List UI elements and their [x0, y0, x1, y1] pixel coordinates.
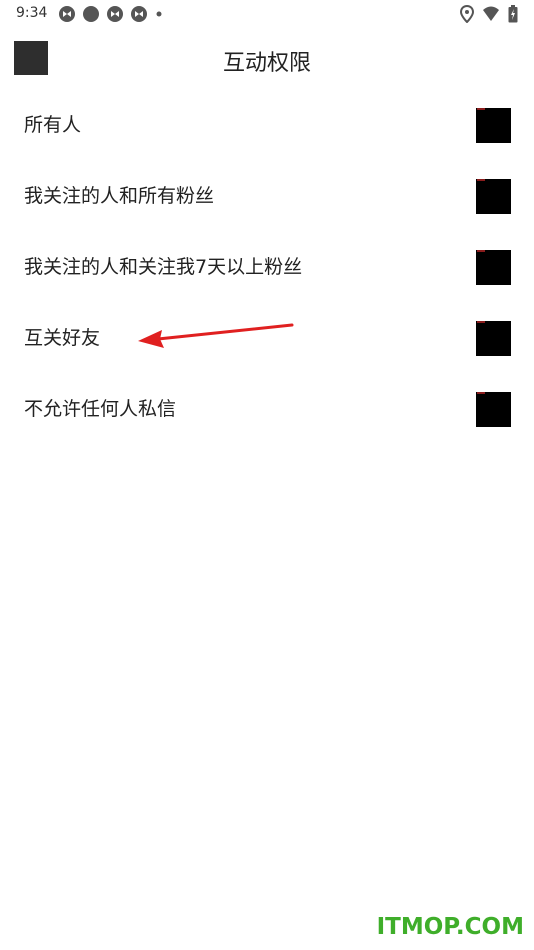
- option-item-following-and-all-fans[interactable]: 我关注的人和所有粉丝: [0, 161, 534, 232]
- option-radio[interactable]: [476, 392, 511, 427]
- option-label: 不允许任何人私信: [24, 398, 177, 420]
- option-label: 我关注的人和关注我7天以上粉丝: [24, 256, 303, 278]
- annotation-arrow: [138, 323, 294, 348]
- option-label: 我关注的人和所有粉丝: [24, 185, 215, 207]
- page-title: 互动权限: [222, 51, 311, 76]
- option-item-everyone[interactable]: 所有人: [0, 90, 534, 161]
- dot-icon: [154, 5, 164, 23]
- location-icon: [460, 5, 474, 23]
- option-radio[interactable]: [476, 108, 511, 143]
- status-icons-right: [460, 5, 518, 23]
- option-label: 互关好友: [24, 327, 101, 349]
- sync-icon: [130, 5, 148, 23]
- sync-icon: [106, 5, 124, 23]
- option-item-nobody[interactable]: 不允许任何人私信: [0, 374, 534, 445]
- wifi-icon: [482, 6, 500, 22]
- option-list: 所有人 我关注的人和所有粉丝 我关注的人和关注我7天以上粉丝 互关好友 不允许任…: [0, 90, 534, 445]
- toolbar: 互动权限: [0, 28, 534, 92]
- option-radio[interactable]: [476, 179, 511, 214]
- circle-icon: [82, 5, 100, 23]
- status-bar: 9:34: [0, 0, 534, 28]
- option-radio[interactable]: [476, 250, 511, 285]
- battery-charging-icon: [508, 5, 518, 23]
- option-label: 所有人: [24, 114, 82, 136]
- sync-icon: [58, 5, 76, 23]
- option-item-following-and-7day-fans[interactable]: 我关注的人和关注我7天以上粉丝: [0, 232, 534, 303]
- option-radio[interactable]: [476, 321, 511, 356]
- status-icons-left: [58, 5, 164, 23]
- watermark: ITMOP.COM: [376, 914, 524, 940]
- status-time: 9:34: [16, 5, 48, 21]
